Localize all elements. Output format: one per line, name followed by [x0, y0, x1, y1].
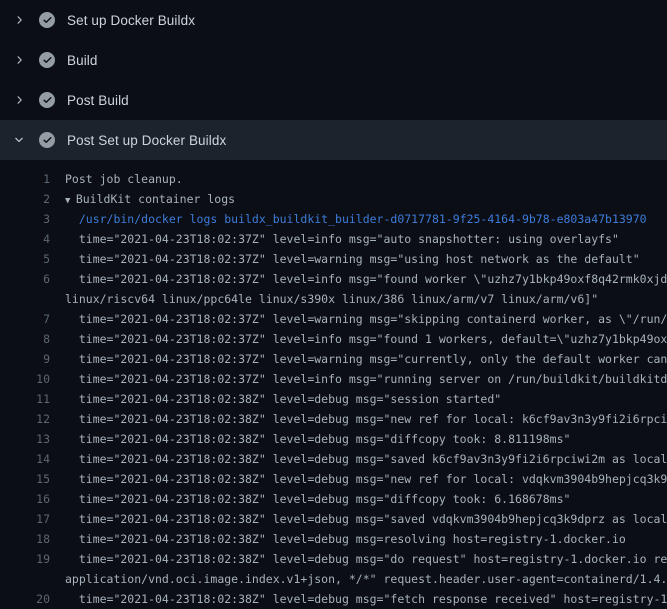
log-text: time="2021-04-23T18:02:37Z" level=warnin… [65, 309, 667, 329]
log-line: 9 time="2021-04-23T18:02:37Z" level=warn… [0, 349, 667, 369]
step-row-set-up-docker-buildx[interactable]: Set up Docker Buildx [0, 0, 667, 40]
line-number[interactable]: 9 [0, 349, 50, 369]
line-number[interactable]: 12 [0, 409, 50, 429]
log-text: time="2021-04-23T18:02:38Z" level=debug … [65, 489, 570, 509]
log-text: linux/riscv64 linux/ppc64le linux/s390x … [65, 289, 598, 309]
log-line: 11 time="2021-04-23T18:02:38Z" level=deb… [0, 389, 667, 409]
check-circle-icon [39, 92, 55, 108]
line-number[interactable]: 8 [0, 329, 50, 349]
log-line: 15 time="2021-04-23T18:02:38Z" level=deb… [0, 469, 667, 489]
line-number[interactable]: 17 [0, 509, 50, 529]
log-line: 8 time="2021-04-23T18:02:37Z" level=info… [0, 329, 667, 349]
log-text: time="2021-04-23T18:02:37Z" level=info m… [65, 329, 667, 349]
log-text: time="2021-04-23T18:02:38Z" level=debug … [65, 389, 501, 409]
log-line: linux/riscv64 linux/ppc64le linux/s390x … [0, 289, 667, 309]
log-line: 5 time="2021-04-23T18:02:37Z" level=warn… [0, 249, 667, 269]
step-row-post-build[interactable]: Post Build [0, 80, 667, 120]
log-line: 7 time="2021-04-23T18:02:37Z" level=warn… [0, 309, 667, 329]
line-number[interactable]: 6 [0, 269, 50, 289]
log-line: 16 time="2021-04-23T18:02:38Z" level=deb… [0, 489, 667, 509]
log-text: time="2021-04-23T18:02:38Z" level=debug … [65, 409, 667, 429]
log-line: 13 time="2021-04-23T18:02:38Z" level=deb… [0, 429, 667, 449]
group-collapse-toggle-icon[interactable]: ▼ [65, 191, 76, 211]
line-number[interactable]: 13 [0, 429, 50, 449]
log-line: 18 time="2021-04-23T18:02:38Z" level=deb… [0, 529, 667, 549]
log-line: 3 /usr/bin/docker logs buildx_buildkit_b… [0, 209, 667, 229]
check-circle-icon [39, 12, 55, 28]
steps-list: Set up Docker Buildx Build [0, 0, 667, 160]
line-number [0, 569, 50, 589]
step-label: Build [67, 53, 98, 68]
log-line: 20 time="2021-04-23T18:02:38Z" level=deb… [0, 589, 667, 609]
log-text: time="2021-04-23T18:02:37Z" level=warnin… [65, 349, 667, 369]
log-text: time="2021-04-23T18:02:37Z" level=info m… [65, 269, 667, 289]
line-number[interactable]: 18 [0, 529, 50, 549]
log-viewer: 1 Post job cleanup. 2 ▼BuildKit containe… [0, 160, 667, 609]
log-text: time="2021-04-23T18:02:37Z" level=warnin… [65, 249, 640, 269]
log-text: time="2021-04-23T18:02:38Z" level=debug … [65, 509, 667, 529]
step-label: Post Build [67, 93, 129, 108]
line-number[interactable]: 5 [0, 249, 50, 269]
log-line: 4 time="2021-04-23T18:02:37Z" level=info… [0, 229, 667, 249]
line-number[interactable]: 19 [0, 549, 50, 569]
log-text: time="2021-04-23T18:02:38Z" level=debug … [65, 529, 626, 549]
log-line: 12 time="2021-04-23T18:02:38Z" level=deb… [0, 409, 667, 429]
line-number[interactable]: 7 [0, 309, 50, 329]
line-number[interactable]: 10 [0, 369, 50, 389]
log-text: time="2021-04-23T18:02:38Z" level=debug … [65, 449, 667, 469]
chevron-right-icon [13, 94, 25, 106]
step-row-post-set-up-docker-buildx[interactable]: Post Set up Docker Buildx [0, 120, 667, 160]
log-line: 19 time="2021-04-23T18:02:38Z" level=deb… [0, 549, 667, 569]
line-number [0, 289, 50, 309]
group-title[interactable]: BuildKit container logs [76, 192, 235, 206]
log-line: application/vnd.oci.image.index.v1+json,… [0, 569, 667, 589]
chevron-right-icon [13, 54, 25, 66]
line-number[interactable]: 4 [0, 229, 50, 249]
log-line: 10 time="2021-04-23T18:02:37Z" level=inf… [0, 369, 667, 389]
chevron-down-icon [13, 134, 25, 146]
line-number[interactable]: 14 [0, 449, 50, 469]
step-row-build[interactable]: Build [0, 40, 667, 80]
line-number[interactable]: 3 [0, 209, 50, 229]
log-line: 14 time="2021-04-23T18:02:38Z" level=deb… [0, 449, 667, 469]
log-line: 17 time="2021-04-23T18:02:38Z" level=deb… [0, 509, 667, 529]
log-text: ▼BuildKit container logs [65, 189, 235, 209]
log-text: Post job cleanup. [65, 169, 183, 189]
log-text: time="2021-04-23T18:02:38Z" level=debug … [65, 429, 570, 449]
line-number[interactable]: 16 [0, 489, 50, 509]
log-line: 6 time="2021-04-23T18:02:37Z" level=info… [0, 269, 667, 289]
line-number[interactable]: 2 [0, 189, 50, 209]
line-number[interactable]: 11 [0, 389, 50, 409]
check-circle-icon [39, 132, 55, 148]
chevron-right-icon [13, 14, 25, 26]
log-text: time="2021-04-23T18:02:38Z" level=debug … [65, 589, 667, 609]
line-number[interactable]: 1 [0, 169, 50, 189]
log-text: time="2021-04-23T18:02:38Z" level=debug … [65, 469, 667, 489]
line-number[interactable]: 15 [0, 469, 50, 489]
log-text: time="2021-04-23T18:02:37Z" level=info m… [65, 369, 667, 389]
log-line: 2 ▼BuildKit container logs [0, 189, 667, 209]
log-text: time="2021-04-23T18:02:37Z" level=info m… [65, 229, 619, 249]
step-label: Post Set up Docker Buildx [67, 133, 226, 148]
check-circle-icon [39, 52, 55, 68]
line-number[interactable]: 20 [0, 589, 50, 609]
log-line: 1 Post job cleanup. [0, 169, 667, 189]
log-text: application/vnd.oci.image.index.v1+json,… [65, 569, 667, 589]
step-label: Set up Docker Buildx [67, 13, 195, 28]
log-text: /usr/bin/docker logs buildx_buildkit_bui… [65, 209, 647, 229]
log-text: time="2021-04-23T18:02:38Z" level=debug … [65, 549, 667, 569]
